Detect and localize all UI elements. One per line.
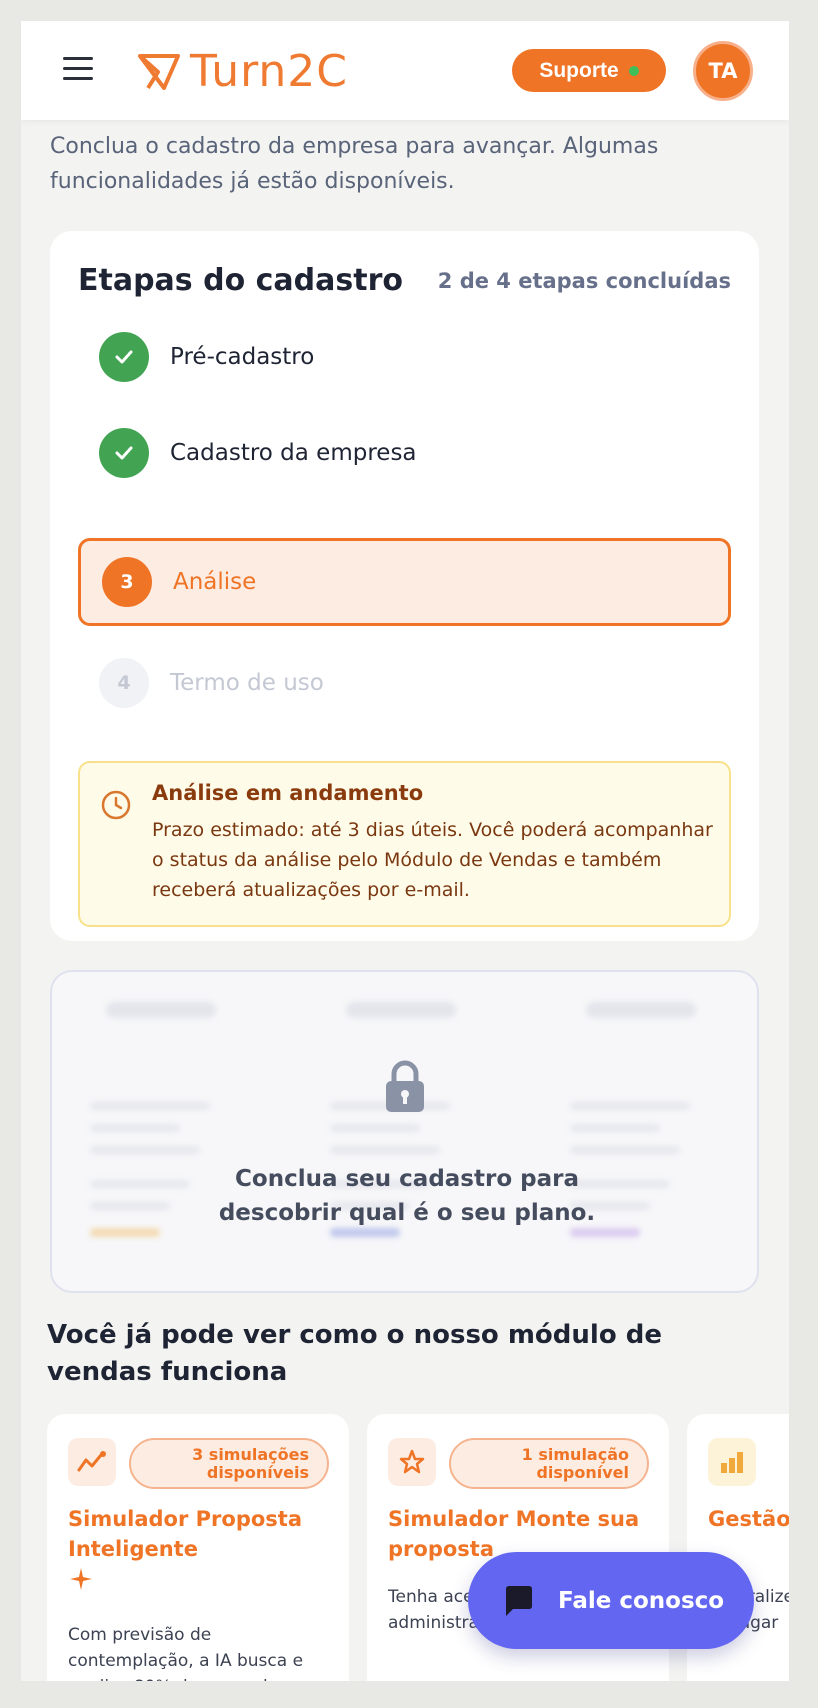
bar-chart-icon (708, 1438, 756, 1486)
locked-plans-card: Conclua seu cadastro para descobrir qual… (50, 970, 759, 1293)
logo-mark-icon (138, 54, 180, 90)
step-label: Cadastro da empresa (170, 440, 417, 466)
support-button[interactable]: Suporte (512, 49, 666, 92)
trend-icon (68, 1438, 116, 1486)
check-icon (99, 428, 149, 478)
simulations-badge: 3 simulações disponíveis (129, 1438, 329, 1489)
online-status-dot (628, 65, 639, 76)
clock-icon (101, 790, 131, 820)
simulations-badge: 1 simulação disponível (449, 1438, 649, 1489)
sparkle-icon (68, 1566, 328, 1600)
page-subtitle: Conclua o cadastro da empresa para avanç… (50, 134, 659, 194)
contact-us-label: Fale conosco (558, 1587, 725, 1614)
step-label: Termo de uso (170, 670, 324, 696)
step-termo-de-uso: 4 Termo de uso (78, 639, 731, 727)
steps-title: Etapas do cadastro (78, 263, 403, 298)
lock-icon (386, 1060, 424, 1112)
top-header: Turn2C Suporte TA (21, 21, 789, 120)
notice-body: Prazo estimado: até 3 dias úteis. Você p… (152, 819, 713, 901)
support-label: Suporte (539, 58, 619, 82)
logo-text: Turn2C (190, 45, 349, 97)
app-viewport: Turn2C Suporte TA Conclua o cadastro da … (21, 21, 789, 1681)
step-pre-cadastro: Pré-cadastro (78, 313, 731, 401)
contact-us-button[interactable]: Fale conosco (468, 1552, 754, 1649)
avatar[interactable]: TA (693, 41, 753, 101)
module-description: Com previsão de contemplação, a IA busca… (68, 1625, 304, 1681)
check-icon (99, 332, 149, 382)
modules-section-title: Você já pode ver como o nosso módulo de … (47, 1320, 662, 1387)
step-analise: 3 Análise (78, 538, 731, 626)
star-icon (388, 1438, 436, 1486)
blurred-plan-column (570, 1002, 757, 1272)
menu-icon[interactable] (63, 57, 95, 81)
step-label: Análise (173, 569, 257, 595)
step-number: 3 (102, 557, 152, 607)
step-number: 4 (99, 658, 149, 708)
analysis-notice: Análise em andamento Prazo estimado: até… (78, 761, 731, 927)
blurred-plan-column (330, 1002, 530, 1272)
chat-icon (506, 1585, 532, 1616)
module-title: Gestão de vendas (708, 1507, 789, 1531)
module-title: Simulador Proposta Inteligente (68, 1504, 328, 1600)
brand-logo[interactable]: Turn2C (134, 43, 348, 99)
registration-steps-card: Etapas do cadastro 2 de 4 etapas concluí… (50, 231, 759, 941)
locked-plan-message: Conclua seu cadastro para descobrir qual… (218, 1166, 596, 1226)
steps-progress: 2 de 4 etapas concluídas (437, 269, 731, 293)
step-label: Pré-cadastro (170, 344, 315, 370)
module-card-proposta-inteligente[interactable]: 3 simulações disponíveis Simulador Propo… (47, 1414, 349, 1681)
blurred-plan-column (90, 1002, 290, 1272)
step-cadastro-empresa: Cadastro da empresa (78, 409, 731, 497)
notice-title: Análise em andamento (152, 781, 424, 805)
